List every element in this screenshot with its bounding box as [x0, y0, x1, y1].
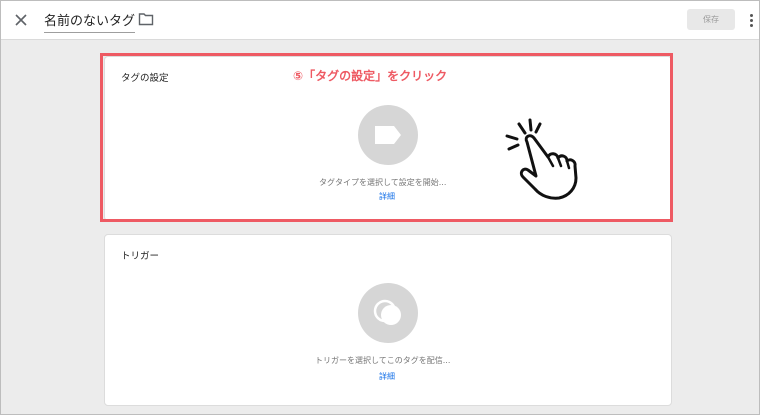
trigger-hint: トリガーを選択してこのタグを配信...: [315, 356, 451, 365]
tapping-hand-icon: [505, 118, 578, 200]
trigger-placeholder[interactable]: [358, 283, 418, 343]
trigger-details-link[interactable]: 詳細: [379, 371, 395, 382]
close-icon[interactable]: [11, 10, 31, 30]
triggering-title: トリガー: [121, 251, 160, 262]
annotation-text: ⑤「タグの設定」をクリック: [293, 69, 448, 83]
folder-icon[interactable]: [138, 12, 154, 26]
more-vert-icon[interactable]: [748, 12, 756, 28]
app-window: 名前のないタグ 保存 タグの設定 タグタイプを選択して設定を開始... 詳細 ト…: [0, 0, 760, 415]
trigger-circles-icon: [373, 299, 401, 325]
triggering-card[interactable]: トリガー トリガーを選択してこのタグを配信... 詳細: [104, 234, 672, 406]
top-bar: 名前のないタグ 保存: [1, 1, 759, 40]
tag-name-field[interactable]: 名前のないタグ: [44, 10, 136, 33]
save-button[interactable]: 保存: [687, 9, 735, 30]
